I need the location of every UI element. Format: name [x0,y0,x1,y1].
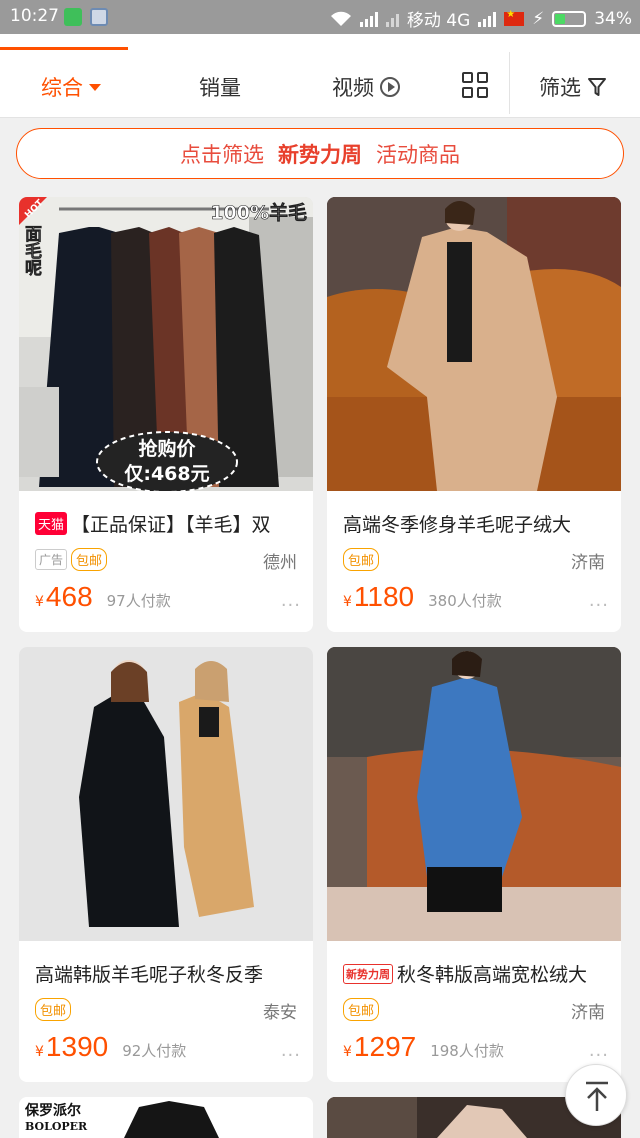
banner-text-2: 新势力周 [278,142,362,167]
sold-count: 380人付款 [428,592,502,610]
product-title: 【正品保证】【羊毛】双 [71,514,271,536]
status-bar: 10:27 移动 4G ⚡ 34% [0,0,640,34]
sort-tabs: 综合 销量 视频 筛选 [0,34,640,118]
signal-4g-icon [478,11,497,27]
signal-icon-2 [385,11,399,27]
wifi-icon [330,11,351,26]
product-title: 秋冬韩版高端宽松绒大 [397,964,588,986]
signal-hd-icon [359,11,378,27]
product-meta: 包邮 济南 [343,997,605,1023]
tab-divider [509,52,510,114]
product-image[interactable] [327,647,621,941]
more-options-icon[interactable]: ··· [281,595,301,616]
banner-text-3: 活动商品 [376,142,460,167]
product-title: 高端韩版羊毛呢子秋冬反季 [35,964,264,986]
product-card[interactable]: 高端韩版羊毛呢子秋冬反季 包邮 泰安 ¥ 1390 92人付款 ··· [19,647,313,1082]
product-image[interactable] [19,647,313,941]
tab-comprehensive-label: 综合 [41,76,83,100]
product-price: ¥ 1180 380人付款 [343,581,502,613]
free-shipping-badge: 包邮 [71,547,108,571]
product-card[interactable]: 高端冬季修身羊毛呢子绒大 包邮 济南 ¥ 1180 380人付款 ··· [327,197,621,632]
currency-symbol: ¥ [343,1044,352,1060]
price-value: 1297 [353,1031,417,1062]
tab-sales[interactable]: 销量 [199,72,241,102]
battery-percent: 34% [594,8,632,29]
banner-text-1: 点击筛选 [180,142,264,167]
product-title-row[interactable]: 高端韩版羊毛呢子秋冬反季 [35,960,305,987]
product-location: 德州 [263,553,297,573]
product-location: 泰安 [263,1003,297,1023]
brand-logo-cn: 保罗派尔 [24,1102,81,1119]
currency-symbol: ¥ [35,594,44,610]
more-options-icon[interactable]: ··· [589,1045,609,1066]
grid-view-icon[interactable] [462,72,490,100]
product-image[interactable] [327,197,621,491]
tab-filter[interactable]: 筛选 [539,72,607,102]
product-price: ¥ 1390 92人付款 [35,1031,186,1063]
promo-banner[interactable]: 点击筛选 新势力周 活动商品 [16,128,624,179]
free-shipping-badge: 包邮 [343,997,380,1021]
product-price: ¥ 1297 198人付款 [343,1031,504,1063]
price-value: 1390 [45,1031,109,1062]
tab-sales-label: 销量 [199,76,241,100]
battery-icon [552,10,587,27]
tab-comprehensive[interactable]: 综合 [41,72,101,102]
tmall-badge: 天猫 [35,512,68,535]
product-image[interactable]: 保罗派尔 BOLOPER [19,1097,313,1138]
product-card[interactable]: 抢购价 仅:468元 100%羊毛 HOT 面毛呢 天猫 【正品保证】【羊毛】双… [19,197,313,632]
product-title-row[interactable]: 高端冬季修身羊毛呢子绒大 [343,510,613,537]
more-options-icon[interactable]: ··· [589,595,609,616]
new-power-week-badge: 新势力周 [343,963,393,984]
play-icon [380,77,400,97]
product-title-row[interactable]: 天猫 【正品保证】【羊毛】双 [35,510,305,537]
price-value: 468 [45,581,93,612]
app-notification-icon [90,8,108,26]
product-card[interactable]: 保罗派尔 BOLOPER [19,1097,313,1138]
free-shipping-badge: 包邮 [343,547,380,571]
product-meta: 包邮 泰安 [35,997,297,1023]
free-shipping-badge: 包邮 [35,997,72,1021]
charging-icon: ⚡ [532,8,545,29]
ad-badge: 广告 [35,548,68,570]
arrow-up-icon [586,1081,608,1111]
currency-symbol: ¥ [343,594,352,610]
brand-logo-en: BOLOPER [25,1120,88,1133]
back-to-top-button[interactable] [565,1064,627,1126]
flag-icon [504,9,525,26]
product-location: 济南 [571,1003,605,1023]
sold-count: 97人付款 [106,592,171,610]
wool-label: 100%羊毛 [210,201,307,224]
tab-filter-label: 筛选 [539,76,581,100]
product-card[interactable]: 新势力周 秋冬韩版高端宽松绒大 包邮 济南 ¥ 1297 198人付款 ··· [327,647,621,1082]
carrier-label: 移动 4G [406,11,471,31]
sold-count: 92人付款 [122,1042,187,1060]
side-label: 面毛呢 [21,225,42,276]
filter-icon [588,78,606,96]
product-image[interactable]: 抢购价 仅:468元 100%羊毛 HOT 面毛呢 [19,197,313,491]
product-title-row[interactable]: 新势力周 秋冬韩版高端宽松绒大 [343,960,613,987]
status-time: 10:27 [10,6,59,26]
sold-count: 198人付款 [430,1042,504,1060]
product-price: ¥ 468 97人付款 [35,581,171,613]
tab-video[interactable]: 视频 [332,72,400,102]
more-options-icon[interactable]: ··· [281,1045,301,1066]
deal-label: 抢购价 [138,437,196,460]
tab-video-label: 视频 [332,76,374,100]
product-location: 济南 [571,553,605,573]
product-meta: 广告 包邮 德州 [35,547,297,573]
currency-symbol: ¥ [35,1044,44,1060]
price-value: 1180 [353,581,415,612]
active-tab-indicator [0,47,128,50]
product-title: 高端冬季修身羊毛呢子绒大 [343,514,572,536]
deal-price-label: 仅:468元 [123,463,209,485]
product-meta: 包邮 济南 [343,547,605,573]
caret-down-icon [89,83,101,91]
wechat-notification-icon [64,8,82,26]
